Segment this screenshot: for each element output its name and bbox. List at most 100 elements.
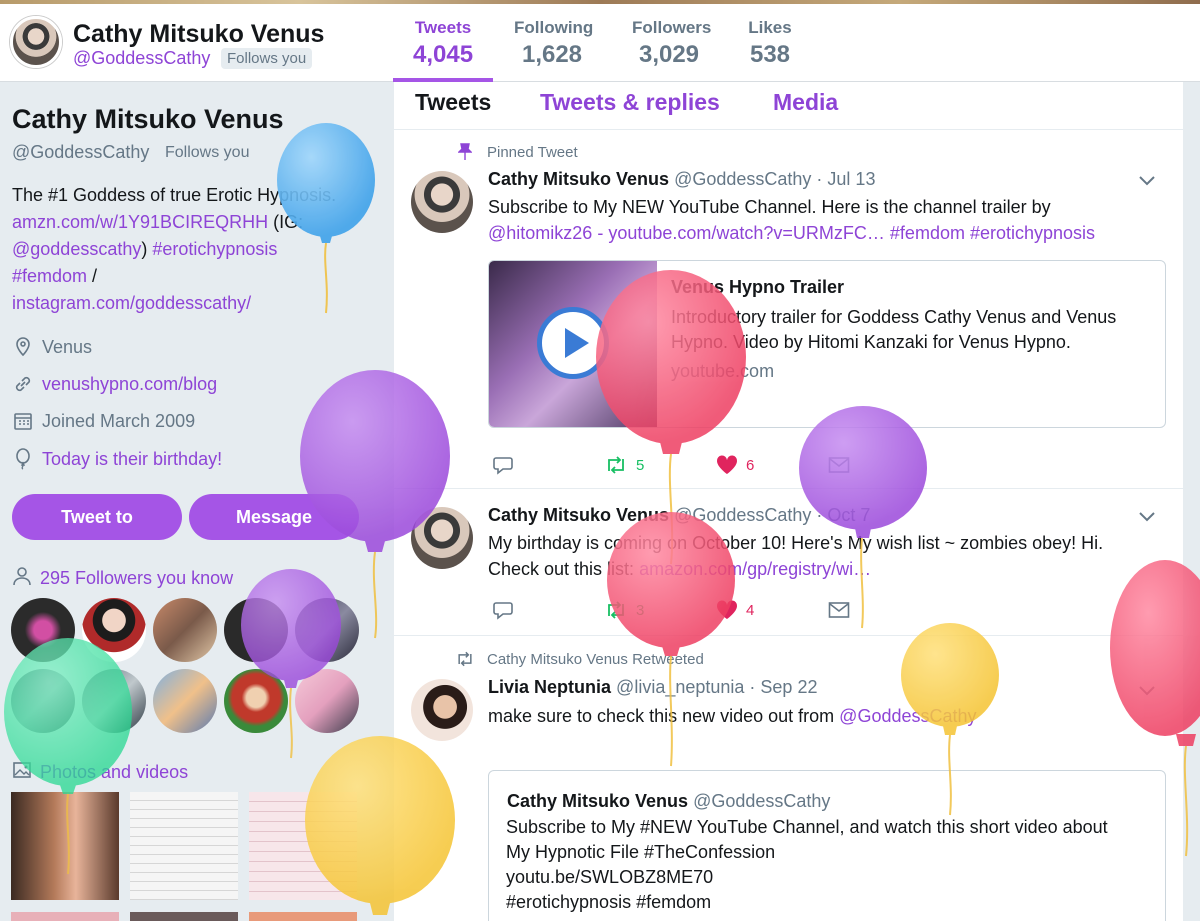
stat-tweets-value: 4,045	[413, 41, 474, 68]
like-action[interactable]: 6	[716, 455, 828, 475]
follower-avatar[interactable]	[295, 669, 359, 733]
tweet-date[interactable]: · Oct 7	[816, 505, 870, 525]
retweeted-label[interactable]: Cathy Mitsuko Venus Retweeted	[487, 651, 704, 668]
profile-sidebar: Cathy Mitsuko Venus @GoddessCathy Follow…	[0, 82, 380, 921]
tweet-avatar[interactable]	[411, 679, 473, 741]
tweet-retweeted[interactable]: Cathy Mitsuko Venus Retweeted Livia Nept…	[394, 637, 1183, 921]
tab-tweets[interactable]: Tweets	[415, 89, 491, 116]
follower-avatar[interactable]	[224, 598, 288, 662]
tweet-author-handle[interactable]: @GoddessCathy	[674, 505, 811, 525]
follower-avatar[interactable]	[11, 598, 75, 662]
followers-you-know-link[interactable]: 295 Followers you know	[12, 566, 233, 591]
heart-icon	[716, 455, 738, 474]
tweet-avatar[interactable]	[411, 171, 473, 233]
tweet-author-name[interactable]: Livia Neptunia	[488, 677, 611, 697]
profile-website: venushypno.com/blog	[12, 373, 217, 395]
quoted-text-line: My Hypnotic File #TheConfession	[506, 842, 776, 862]
play-icon[interactable]	[537, 307, 609, 379]
retweet-count: 5	[636, 456, 645, 474]
follower-avatar[interactable]	[224, 669, 288, 733]
photos-videos-link[interactable]: Photos and videos	[12, 760, 188, 785]
nav-display-name[interactable]: Cathy Mitsuko Venus	[73, 20, 324, 49]
photos-videos-text: Photos and videos	[40, 762, 189, 782]
like-count: 6	[746, 456, 755, 474]
tweet-avatar[interactable]	[411, 507, 473, 569]
tab-media[interactable]: Media	[773, 89, 838, 116]
tweet-date[interactable]: · Sep 22	[749, 677, 817, 697]
tweet[interactable]: Cathy Mitsuko Venus @GoddessCathy · Oct …	[394, 490, 1183, 636]
follower-avatar[interactable]	[82, 598, 146, 662]
reply-action[interactable]	[492, 455, 604, 475]
retweet-action[interactable]: 3	[604, 601, 716, 619]
profile-handle[interactable]: @GoddessCathy	[12, 142, 149, 163]
nav-avatar[interactable]	[10, 16, 62, 68]
tweet-text-body: Check out this list:	[488, 559, 640, 579]
media-thumbnail[interactable]	[11, 912, 119, 921]
tweet-author-name[interactable]: Cathy Mitsuko Venus	[488, 169, 669, 189]
tweet-text: Subscribe to My NEW YouTube Channel. Her…	[488, 194, 1148, 246]
tweet-mention[interactable]: @GoddessCathy	[839, 706, 976, 726]
quoted-author-handle: @GoddessCathy	[693, 791, 831, 811]
quoted-author-name: Cathy Mitsuko Venus	[507, 791, 689, 811]
follower-avatar[interactable]	[11, 669, 75, 733]
media-thumbnail[interactable]	[130, 792, 238, 900]
tweet-link[interactable]: youtube.com/watch?v=URMzFC…	[608, 223, 885, 243]
media-thumbnail[interactable]	[11, 792, 119, 900]
tweet-hashtag[interactable]: #femdom	[890, 223, 965, 243]
media-thumbnail[interactable]	[130, 912, 238, 921]
follower-avatar[interactable]	[153, 598, 217, 662]
website-link[interactable]: venushypno.com/blog	[42, 374, 217, 395]
follower-avatar[interactable]	[295, 598, 359, 662]
like-action[interactable]: 4	[716, 600, 828, 620]
bio-mention[interactable]: @goddesscathy	[12, 239, 141, 259]
bio-hashtag[interactable]: #erotichypnosis	[152, 239, 277, 259]
tweet-pinned[interactable]: Pinned Tweet Cathy Mitsuko Venus @Goddes…	[394, 131, 1183, 489]
link-card[interactable]: Venus Hypno Trailer Introductory trailer…	[488, 260, 1166, 428]
quoted-tweet[interactable]: Cathy Mitsuko Venus @GoddessCathy Subscr…	[488, 770, 1166, 921]
person-icon	[12, 566, 32, 591]
chevron-down-icon[interactable]	[1139, 683, 1155, 699]
timeline: Tweets Tweets & replies Media Pinned Twe…	[394, 82, 1183, 921]
heart-icon	[716, 600, 738, 619]
tab-tweets-replies[interactable]: Tweets & replies	[540, 89, 720, 116]
tweet-to-button[interactable]: Tweet to	[12, 494, 182, 540]
tweet-author-name[interactable]: Cathy Mitsuko Venus	[488, 505, 669, 525]
tweet-text-body: Subscribe to My NEW YouTube Channel. Her…	[488, 197, 1051, 217]
profile-nav-bar: Cathy Mitsuko Venus @GoddessCathy Follow…	[0, 4, 1200, 82]
pin-icon	[457, 143, 473, 166]
bio-hashtag[interactable]: #femdom	[12, 266, 87, 286]
chevron-down-icon[interactable]	[1139, 509, 1155, 525]
chevron-down-icon[interactable]	[1139, 173, 1155, 189]
stat-likes[interactable]: Likes 538	[728, 18, 812, 82]
media-thumbnail[interactable]	[249, 912, 357, 921]
nav-handle[interactable]: @GoddessCathy	[73, 48, 210, 69]
direct-message-action[interactable]	[828, 601, 940, 619]
reply-icon	[493, 457, 513, 475]
stat-followers[interactable]: Followers 3,029	[612, 18, 726, 82]
like-count: 4	[746, 601, 755, 619]
stat-tweets[interactable]: Tweets 4,045	[393, 18, 493, 82]
calendar-icon	[12, 410, 34, 432]
media-thumbnail[interactable]	[249, 792, 357, 900]
tweet-author-handle[interactable]: @GoddessCathy	[674, 169, 811, 189]
direct-message-action[interactable]	[828, 456, 940, 474]
card-thumbnail	[489, 261, 657, 427]
bio-text: /	[87, 266, 98, 286]
bio-text: The #1 Goddess of true Erotic Hypnosis.	[12, 185, 337, 205]
profile-follows-you: Follows you	[165, 144, 250, 161]
tweet-hashtag[interactable]: #erotichypnosis	[970, 223, 1095, 243]
tweet-link[interactable]: amazon.com/gp/registry/wi…	[639, 559, 871, 579]
follower-avatar[interactable]	[82, 669, 146, 733]
retweet-action[interactable]: 5	[604, 456, 716, 474]
follower-avatar[interactable]	[153, 669, 217, 733]
stat-following[interactable]: Following 1,628	[494, 18, 610, 82]
link-icon	[12, 373, 34, 395]
message-button[interactable]: Message	[189, 494, 359, 540]
bio-link-amazon[interactable]: amzn.com/w/1Y91BCIREQRHH	[12, 212, 268, 232]
tweet-mention[interactable]: @hitomikz26	[488, 223, 592, 243]
tweet-author-handle[interactable]: @livia_neptunia	[616, 677, 744, 697]
reply-action[interactable]	[492, 600, 604, 620]
bio-link-instagram[interactable]: instagram.com/goddesscathy/	[12, 293, 251, 313]
tweet-date[interactable]: · Jul 13	[816, 169, 875, 189]
retweet-context-icon	[455, 651, 475, 672]
